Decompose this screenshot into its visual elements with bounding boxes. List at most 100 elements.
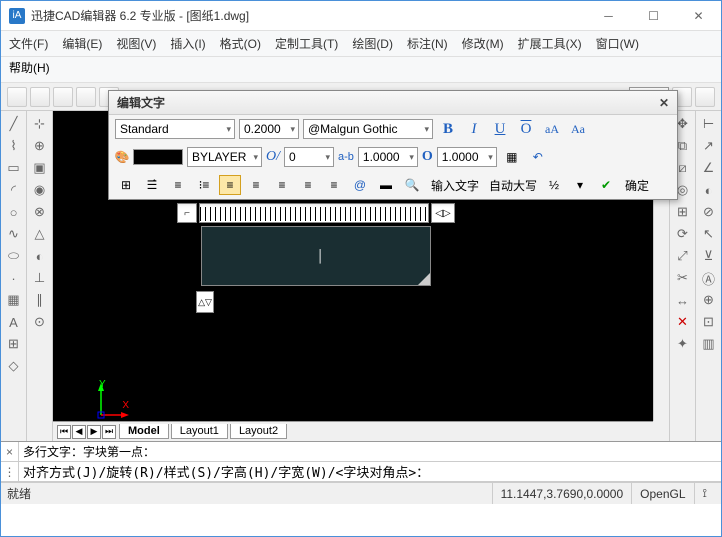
line-spacing-icon[interactable]: ☰̂	[141, 175, 163, 195]
menu-window[interactable]: 窗口(W)	[596, 35, 639, 52]
tool-button[interactable]: ◐	[31, 247, 49, 265]
tab-model[interactable]: Model	[119, 424, 169, 439]
bold-button[interactable]: B	[437, 119, 459, 139]
tool-polyline-icon[interactable]: ⌇	[5, 137, 23, 155]
options-icon[interactable]: ▾	[569, 175, 591, 195]
minimize-button[interactable]: ─	[586, 1, 631, 31]
close-button[interactable]: ✕	[676, 1, 721, 31]
bullets-icon[interactable]: ⁝≡	[193, 175, 215, 195]
dim-button[interactable]: Ⓐ	[700, 269, 718, 287]
modify-extend-icon[interactable]: ↔	[674, 291, 692, 309]
ruler-corner-icon[interactable]: ⌐	[177, 203, 197, 223]
undo-icon[interactable]: ↶	[527, 147, 549, 167]
text-height-handle[interactable]: △▽	[196, 291, 214, 313]
tool-rect-icon[interactable]: ▭	[5, 159, 23, 177]
ok-button[interactable]: 确定	[621, 177, 653, 194]
tab-nav-next-icon[interactable]: ▶	[87, 425, 101, 439]
ruler-width-arrows[interactable]: ◁▷	[431, 203, 455, 223]
numbering-icon[interactable]: ≡	[167, 175, 189, 195]
tool-button[interactable]: △	[31, 225, 49, 243]
input-text-button[interactable]: 输入文字	[427, 177, 483, 194]
inplace-text-editor[interactable]: │	[201, 226, 431, 286]
case-upper-button[interactable]: aA	[541, 119, 563, 139]
menu-annotate[interactable]: 标注(N)	[407, 35, 448, 52]
field-icon[interactable]: ▬	[375, 175, 397, 195]
menu-modify[interactable]: 修改(M)	[462, 35, 504, 52]
text-style-combo[interactable]: Standard	[115, 119, 235, 139]
menu-format[interactable]: 格式(O)	[220, 35, 261, 52]
stack-icon[interactable]: ½	[543, 175, 565, 195]
menu-file[interactable]: 文件(F)	[9, 35, 48, 52]
justify-icon[interactable]: ⊞	[115, 175, 137, 195]
color-picker-icon[interactable]: 🎨	[115, 147, 129, 167]
text-font-combo[interactable]: @Malgun Gothic	[303, 119, 433, 139]
dim-leader-icon[interactable]: ↖	[700, 225, 718, 243]
toolbar-button[interactable]	[76, 87, 96, 107]
dialog-titlebar[interactable]: 编辑文字 ✕	[109, 91, 677, 115]
menu-view[interactable]: 视图(V)	[116, 35, 156, 52]
color-swatch[interactable]	[133, 149, 183, 165]
command-close-icon[interactable]: ×	[1, 442, 19, 461]
italic-button[interactable]: I	[463, 119, 485, 139]
text-ruler[interactable]	[199, 203, 429, 223]
auto-caps-button[interactable]: 自动大写	[487, 177, 539, 194]
tool-line-icon[interactable]: ╱	[5, 115, 23, 133]
check-icon[interactable]: ✔	[595, 175, 617, 195]
menu-draw[interactable]: 绘图(D)	[352, 35, 393, 52]
command-input[interactable]: 对齐方式(J)/旋转(R)/样式(S)/字高(H)/字宽(W)/<字块对角点>：	[19, 462, 721, 481]
find-icon[interactable]: 🔍	[401, 175, 423, 195]
align-justify-button[interactable]: ≡	[297, 175, 319, 195]
menu-edit[interactable]: 编辑(E)	[62, 35, 102, 52]
tool-button[interactable]: ⊙	[31, 313, 49, 331]
menu-insert[interactable]: 插入(I)	[170, 35, 205, 52]
dim-button[interactable]: ⊻	[700, 247, 718, 265]
tool-button[interactable]: ▣	[31, 159, 49, 177]
tool-point-icon[interactable]: ·	[5, 269, 23, 287]
dim-button[interactable]: ▥	[700, 335, 718, 353]
tool-arc-icon[interactable]: ◜	[5, 181, 23, 199]
dim-angular-icon[interactable]: ∠	[700, 159, 718, 177]
oblique-combo[interactable]: 0	[284, 147, 334, 167]
tool-block-icon[interactable]: ⊞	[5, 335, 23, 353]
toolbar-button[interactable]	[695, 87, 715, 107]
modify-array-icon[interactable]: ⊞	[674, 203, 692, 221]
align-left-button[interactable]: ≡	[219, 175, 241, 195]
width-factor-combo[interactable]: 1.0000	[437, 147, 497, 167]
align-center-button[interactable]: ≡	[245, 175, 267, 195]
case-lower-button[interactable]: Aa	[567, 119, 589, 139]
tool-circle-icon[interactable]: ○	[5, 203, 23, 221]
align-right-button[interactable]: ≡	[271, 175, 293, 195]
ruler-toggle-icon[interactable]: ▦	[501, 147, 523, 167]
dim-button[interactable]: ⊕	[700, 291, 718, 309]
layer-combo[interactable]: BYLAYER	[187, 147, 262, 167]
tool-button[interactable]: ⊥	[31, 269, 49, 287]
modify-scale-icon[interactable]: ⤢	[674, 247, 692, 265]
tool-text-icon[interactable]: A	[5, 313, 23, 331]
tracking-combo[interactable]: 1.0000	[358, 147, 418, 167]
underline-button[interactable]: U	[489, 119, 511, 139]
tab-nav-last-icon[interactable]: ⏭	[102, 425, 116, 439]
modify-trim-icon[interactable]: ✂	[674, 269, 692, 287]
modify-rotate-icon[interactable]: ⟳	[674, 225, 692, 243]
tool-button[interactable]: ∥	[31, 291, 49, 309]
drawing-canvas[interactable]: 编辑文字 ✕ Standard 0.2000 @Malgun Gothic B …	[53, 111, 669, 441]
dim-radius-icon[interactable]: ◐	[700, 181, 718, 199]
tab-layout2[interactable]: Layout2	[230, 424, 287, 439]
tab-layout1[interactable]: Layout1	[171, 424, 228, 439]
dim-diameter-icon[interactable]: ⊘	[700, 203, 718, 221]
modify-explode-icon[interactable]: ✦	[674, 335, 692, 353]
tool-button[interactable]: ⊕	[31, 137, 49, 155]
tool-spline-icon[interactable]: ∿	[5, 225, 23, 243]
text-height-combo[interactable]: 0.2000	[239, 119, 299, 139]
symbol-at-icon[interactable]: @	[349, 175, 371, 195]
toolbar-open-icon[interactable]	[30, 87, 50, 107]
menu-ext-tools[interactable]: 扩展工具(X)	[518, 35, 582, 52]
tool-ellipse-icon[interactable]: ⬭	[5, 247, 23, 265]
tool-misc-icon[interactable]: ◇	[5, 357, 23, 375]
maximize-button[interactable]: ☐	[631, 1, 676, 31]
tab-nav-first-icon[interactable]: ⏮	[57, 425, 71, 439]
tool-button[interactable]: ◉	[31, 181, 49, 199]
menu-custom-tools[interactable]: 定制工具(T)	[275, 35, 338, 52]
tool-hatch-icon[interactable]: ▦	[5, 291, 23, 309]
dim-button[interactable]: ⊡	[700, 313, 718, 331]
